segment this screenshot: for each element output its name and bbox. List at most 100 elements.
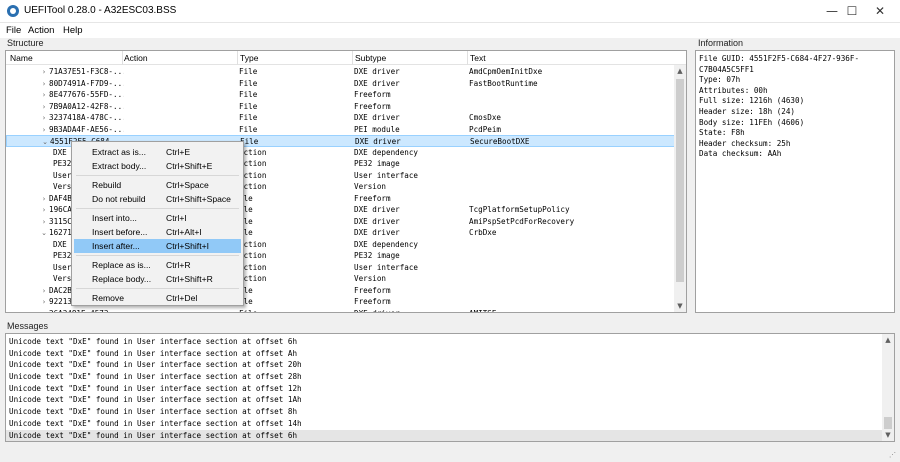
tree-name: 9B3ADA4F-AE56-... <box>49 124 124 134</box>
message-row[interactable]: Unicode text "DxE" found in User interfa… <box>6 429 882 441</box>
tree-name: Vers <box>53 182 72 191</box>
message-row[interactable]: Unicode text "DxE" found in User interfa… <box>6 383 882 395</box>
tree-type: File <box>239 113 258 122</box>
resize-grip-icon[interactable]: ⋰ <box>889 451 899 461</box>
tree-subtype: DXE driver <box>354 113 400 122</box>
tree-name: 7B9A0A12-42F8-... <box>49 101 124 111</box>
menu-file[interactable]: File <box>6 25 21 36</box>
tree-subtype: Version <box>354 182 387 191</box>
menu-action[interactable]: Action <box>28 25 54 36</box>
message-row[interactable]: Unicode text "DxE" found in User interfa… <box>6 359 882 371</box>
info-line: Header checksum: 25h <box>699 138 791 148</box>
column-divider[interactable] <box>467 51 468 65</box>
tree-type: File <box>239 90 258 99</box>
tree-text: FastBootRuntime <box>469 78 538 88</box>
tree-row[interactable]: › 9B3ADA4F-AE56-... File PEI module PcdPeim <box>6 124 676 136</box>
tree-subtype: PE32 image <box>354 159 400 168</box>
scroll-up-arrow-icon[interactable]: ▲ <box>674 65 686 77</box>
column-divider[interactable] <box>352 51 353 65</box>
menu-item-extract-body[interactable]: Extract body... Ctrl+Shift+E <box>74 159 241 173</box>
tree-subtype: Freeform <box>354 90 391 99</box>
column-name[interactable]: Name <box>10 53 33 63</box>
tree-subtype: User interface <box>354 170 419 180</box>
menu-item-insert-after[interactable]: Insert after... Ctrl+Shift+I <box>74 239 241 253</box>
menu-bar: File Action Help <box>0 23 900 38</box>
tree-name: 8E477676-55FD-... <box>49 90 124 99</box>
tree-row[interactable]: › 7B9A0A12-42F8-... File Freeform <box>6 101 676 113</box>
menu-item-extract-as-is[interactable]: Extract as is... Ctrl+E <box>74 145 241 159</box>
tree-row[interactable]: › 3237418A-478C-... File DXE driver CmosDxe <box>6 112 676 124</box>
scroll-thumb[interactable] <box>676 79 684 282</box>
column-divider[interactable] <box>237 51 238 65</box>
title-bar: UEFITool 0.28.0 - A32ESC03.BSS — ☐ ✕ <box>0 0 900 23</box>
menu-item-label: Replace body... <box>92 274 152 284</box>
tree-text: AmdCpmOemInitDxe <box>469 67 543 76</box>
messages-label: Messages <box>7 321 49 331</box>
menu-help[interactable]: Help <box>63 25 83 36</box>
menu-item-remove[interactable]: Remove Ctrl+Del <box>74 291 241 305</box>
tree-type: ection <box>239 159 267 168</box>
message-row[interactable]: Unicode text "DxE" found in User interfa… <box>6 348 882 360</box>
scroll-up-arrow-icon[interactable]: ▲ <box>882 334 894 346</box>
message-row[interactable]: Unicode text "DxE" found in User interfa… <box>6 371 882 383</box>
tree-text: AmiPspSetPcdForRecovery <box>469 216 575 226</box>
scroll-down-arrow-icon[interactable]: ▼ <box>882 429 894 441</box>
tree-type: ile <box>239 285 253 295</box>
messages-list[interactable]: Unicode text "DxE" found in User interfa… <box>5 333 895 442</box>
menu-item-shortcut: Ctrl+E <box>166 147 191 157</box>
tree-row[interactable]: › 71A37E51-F3C8-... File DXE driver AmdCpmOe… <box>6 66 676 78</box>
menu-item-replace-as-is[interactable]: Replace as is... Ctrl+R <box>74 258 241 272</box>
tree-scrollbar[interactable]: ▲ ▼ <box>674 65 686 312</box>
tree-text: CmosDxe <box>469 113 502 122</box>
column-divider[interactable] <box>122 51 123 65</box>
tree-type: File <box>239 308 258 313</box>
tree-subtype: PEI module <box>354 124 400 134</box>
message-row[interactable]: Unicode text "DxE" found in User interfa… <box>6 394 882 406</box>
information-panel[interactable]: File GUID: 4551F2F5-C684-4F27-936F- C7B04… <box>695 50 895 313</box>
column-subtype[interactable]: Subtype <box>355 53 386 63</box>
tree-text: TcgPlatformSetupPolicy <box>469 205 570 214</box>
tree-text: CrbDxe <box>469 228 497 237</box>
scroll-thumb[interactable] <box>884 417 892 429</box>
menu-item-label: Insert after... <box>92 241 140 251</box>
messages-scrollbar[interactable]: ▲ ▼ <box>882 334 894 441</box>
tree-subtype: Version <box>354 274 387 283</box>
menu-item-shortcut: Ctrl+Shift+E <box>166 161 213 171</box>
tree-subtype: DXE driver <box>354 308 400 313</box>
tree-row[interactable]: › 8E477676-55FD-... File Freeform <box>6 89 676 101</box>
tree-name: 16271 <box>49 228 72 237</box>
tree-type: ection <box>239 147 267 157</box>
menu-item-insert-before[interactable]: Insert before... Ctrl+Alt+I <box>74 225 241 239</box>
tree-name: User <box>53 262 72 272</box>
menu-item-replace-body[interactable]: Replace body... Ctrl+Shift+R <box>74 272 241 286</box>
scroll-down-arrow-icon[interactable]: ▼ <box>674 300 686 312</box>
column-action[interactable]: Action <box>124 53 148 63</box>
tree-subtype: Freeform <box>354 193 391 203</box>
tree-type: ection <box>239 262 267 272</box>
expand-arrow-icon[interactable]: › <box>39 309 49 313</box>
message-row[interactable]: Unicode text "DxE" found in User interfa… <box>6 418 882 430</box>
message-row[interactable]: Unicode text "DxE" found in User interfa… <box>6 406 882 418</box>
close-button[interactable]: ✕ <box>860 0 900 23</box>
tree-type: File <box>239 78 258 88</box>
message-row[interactable]: Unicode text "DxE" found in User interfa… <box>6 336 882 348</box>
tree-name: PE32 <box>53 159 72 168</box>
tree-type: ile <box>239 297 253 306</box>
structure-label: Structure <box>7 38 44 48</box>
tree-row[interactable]: › 80D7491A-F7D9-... File DXE driver FastBoot… <box>6 78 676 90</box>
column-text[interactable]: Text <box>470 53 486 63</box>
tree-row[interactable]: ›26A2481E-4573-... File DXE driver AMITSE <box>6 308 676 313</box>
tree-type: ile <box>239 205 253 214</box>
info-line: Attributes: 00h <box>699 85 768 95</box>
menu-item-shortcut: Ctrl+Space <box>166 180 209 190</box>
menu-item-insert-into[interactable]: Insert into... Ctrl+I <box>74 211 241 225</box>
info-line: Header size: 18h (24) <box>699 106 796 116</box>
menu-item-rebuild[interactable]: Rebuild Ctrl+Space <box>74 178 241 192</box>
menu-item-do-not-rebuild[interactable]: Do not rebuild Ctrl+Shift+Space <box>74 192 241 206</box>
tree-subtype: DXE driver <box>354 228 400 237</box>
app-gear-icon <box>7 5 19 17</box>
tree-header: Name Action Type Subtype Text <box>6 51 686 65</box>
tree-type: ection <box>239 251 267 260</box>
column-type[interactable]: Type <box>240 53 258 63</box>
window-title: UEFITool 0.28.0 - A32ESC03.BSS <box>24 5 177 16</box>
